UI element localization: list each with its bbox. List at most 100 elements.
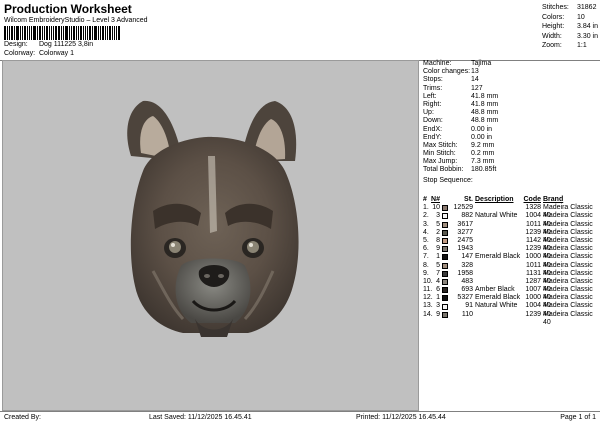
table-row: 5. 8 2475 1142 Madeira Classic 40 [421, 236, 600, 253]
stitch-count: 5327 [457, 294, 473, 302]
stat-width: Width: 3.30 in [542, 32, 598, 42]
barcode-bar [69, 26, 70, 40]
thread-brand: Madeira Classic 40 [543, 236, 593, 253]
stop-sequence-rows: 1. 10 12529 1328 Madeira Classic 40 2. 3 882 Nat… [421, 204, 600, 326]
table-row: 6. 9 1943 1239 Madeira Classic 40 [421, 245, 600, 260]
table-row: 7. 1 147 Emerald Black 1000 Madeira Classic 4… [421, 253, 600, 269]
thread-description [475, 311, 523, 319]
spec-row: Down: 48.8 mm [421, 117, 600, 125]
stop-index: 9. [423, 269, 429, 277]
created-by: Created By: [4, 414, 41, 421]
thread-description: Amber Black [475, 286, 515, 294]
software-subtitle: Wilcom EmbroideryStudio – Level 3 Advanc… [4, 17, 148, 24]
needle-number: 5 [436, 220, 440, 228]
stop-sequence-title: Stop Sequence: [423, 176, 473, 184]
barcode-bar [14, 26, 15, 40]
stop-sequence-table: # N# St. Description Code Brand 1. 10 1252… [421, 196, 600, 326]
color-swatch-icon [442, 246, 448, 253]
barcode-bar [9, 26, 10, 40]
stitch-count: 882 [461, 212, 473, 220]
stat-height: Height: 3.84 in [542, 22, 598, 32]
spec-label: EndY: [423, 133, 442, 141]
stitch-count: 3617 [457, 220, 473, 228]
spec-label: Max Stitch: [423, 141, 458, 149]
stitch-count: 328 [461, 261, 473, 269]
spec-value: 0.2 mm [471, 150, 495, 158]
color-swatch [440, 302, 450, 310]
stitch-count: 1958 [457, 269, 473, 277]
stitch-count: 12529 [453, 204, 473, 212]
needle-number: 1 [436, 253, 440, 261]
barcode-bar [37, 26, 38, 40]
stop-index: 8. [423, 261, 429, 269]
barcode-bar [44, 26, 45, 40]
color-swatch-icon [442, 213, 448, 220]
barcode-bar [89, 26, 91, 40]
printed-date: Printed: 11/12/2025 16.45.44 [356, 414, 446, 421]
thread-brand: Madeira Classic 40 [543, 253, 593, 269]
barcode-bar [42, 26, 43, 40]
thread-code: 1000 [525, 294, 541, 302]
color-swatch [440, 270, 450, 278]
barcode-bar [20, 26, 21, 40]
spec-value: 41.8 mm [471, 92, 499, 100]
spec-value: 13 [471, 68, 479, 76]
table-row: 12. 1 5327 Emerald Black 1000 Madeira Classic… [421, 294, 600, 310]
spec-value: 48.8 mm [471, 109, 499, 117]
barcode-bar [73, 26, 75, 40]
color-swatch-icon [442, 295, 448, 302]
color-swatch-icon [442, 254, 448, 261]
thread-code: 1011 [525, 261, 541, 269]
stop-index: 13. [423, 302, 433, 310]
stat-value: 3.30 in [576, 32, 599, 40]
stitch-count: 3277 [457, 228, 473, 236]
thread-code: 1239 [525, 228, 541, 236]
color-swatch [440, 229, 450, 237]
stitch-count: 2475 [457, 236, 473, 244]
spec-value: 127 [471, 84, 483, 92]
color-swatch-icon [442, 270, 448, 277]
color-swatch [440, 212, 450, 220]
thread-brand: Madeira Classic 40 [543, 294, 593, 310]
needle-number: 9 [436, 310, 440, 318]
table-row: 4. 2 3277 1239 Madeira Classic 40 [421, 228, 600, 244]
thread-description [475, 262, 523, 270]
spec-value: 41.8 mm [471, 100, 499, 108]
color-swatch-icon [442, 262, 448, 269]
thread-description [475, 229, 523, 237]
barcode-bar [76, 26, 77, 40]
color-swatch [440, 245, 450, 253]
color-swatch-icon [442, 238, 448, 245]
barcode-bar [53, 26, 54, 40]
spec-row: EndY: 0.00 in [421, 134, 600, 142]
design-row: Design: Dog 111225 3,8in [4, 40, 404, 49]
french-bulldog-embroidery-icon [127, 100, 299, 337]
spec-label: Down: [423, 117, 443, 125]
stat-zoom: Zoom: 1:1 [542, 41, 598, 51]
spec-row: Stops: 14 [421, 76, 600, 84]
thread-brand: Madeira Classic 40 [543, 277, 593, 294]
barcode-bar [85, 26, 86, 40]
thread-description: Natural White [475, 302, 518, 310]
stop-index: 2. [423, 212, 429, 220]
thread-code: 1131 [525, 269, 541, 277]
thread-description [475, 278, 523, 286]
needle-number: 4 [436, 277, 440, 285]
thread-code: 1004 [525, 302, 541, 310]
color-swatch [440, 262, 450, 270]
color-swatch [440, 311, 450, 319]
spec-value: 180.85ft [471, 166, 497, 174]
spec-value: 48.8 mm [471, 117, 499, 125]
col-stitches: St. [464, 196, 473, 203]
spec-value: Tajima [471, 60, 492, 67]
spec-row: Up: 48.8 mm [421, 109, 600, 117]
barcode-bar [16, 26, 19, 40]
stitch-count: 91 [465, 302, 473, 310]
needle-number: 5 [436, 261, 440, 269]
stat-value: 31862 [577, 4, 597, 11]
thread-description [475, 204, 523, 212]
spec-value: 7.3 mm [471, 158, 495, 166]
stat-label: Zoom: [542, 42, 562, 50]
spec-row: Machine: Tajima [421, 60, 600, 68]
design-stats: Stitches: 31862 Colors: 10 Height: 3.84 in … [542, 3, 598, 51]
